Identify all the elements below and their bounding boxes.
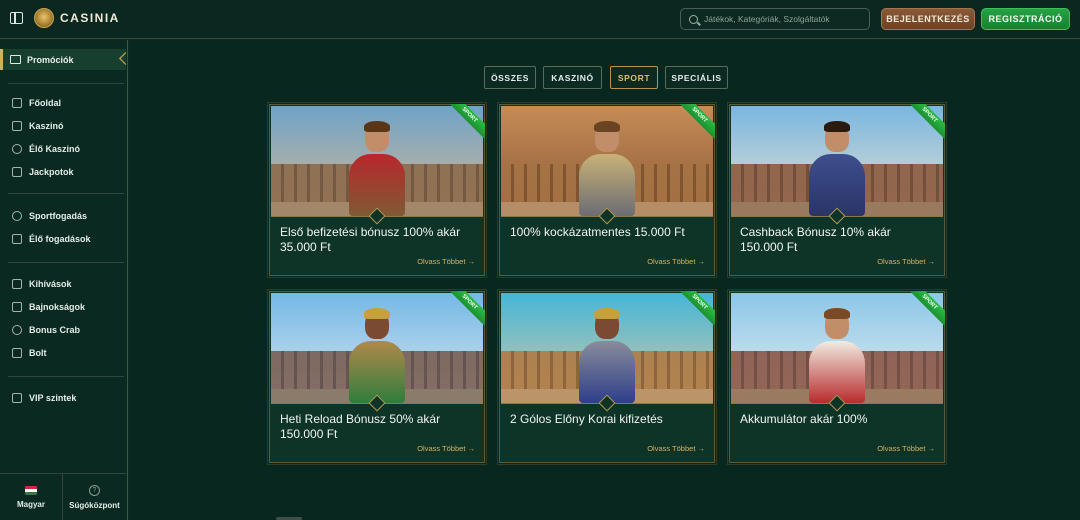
sidebar-item-shop[interactable]: Bolt bbox=[12, 345, 47, 361]
filter-casino[interactable]: KASZINÓ bbox=[543, 66, 602, 89]
promo-title: Akkumulátor akár 100% bbox=[740, 412, 868, 426]
search-icon bbox=[689, 14, 698, 24]
sidebar-item-vip[interactable]: VIP szintek bbox=[12, 390, 76, 406]
sidebar-item-label: Főoldal bbox=[29, 98, 61, 108]
logo-emblem-icon bbox=[34, 8, 54, 28]
promo-title: 100% kockázatmentes 15.000 Ft bbox=[510, 225, 685, 239]
help-icon: ? bbox=[89, 485, 100, 496]
sport-badge: SPORT bbox=[909, 291, 945, 327]
top-header: CASINIA BEJELENTKEZÉS REGISZTRÁCIÓ bbox=[0, 0, 1080, 39]
promo-card[interactable]: SPORT Cashback Bónusz 10% akár 150.000 F… bbox=[727, 102, 947, 278]
jackpot-icon bbox=[12, 167, 22, 177]
promo-title: Első befizetési bónusz 100% akár 35.000 … bbox=[280, 225, 461, 254]
search-box[interactable] bbox=[680, 8, 870, 30]
athlete-figure bbox=[347, 116, 407, 216]
sport-badge: SPORT bbox=[909, 104, 945, 140]
crown-icon bbox=[12, 393, 22, 403]
sidebar-item-label: Bonus Crab bbox=[29, 325, 81, 335]
sidebar-item-casino[interactable]: Kaszinó bbox=[12, 118, 64, 134]
sidebar-item-label: Kaszinó bbox=[29, 121, 64, 131]
read-more-link[interactable]: Olvass Többet → bbox=[417, 444, 475, 453]
search-input[interactable] bbox=[704, 14, 864, 24]
athlete-figure bbox=[347, 303, 407, 403]
sidebar-item-label: Bolt bbox=[29, 348, 47, 358]
sidebar-item-bonus-crab[interactable]: Bonus Crab bbox=[12, 322, 80, 338]
sidebar-divider bbox=[8, 376, 124, 377]
casino-logo[interactable]: CASINIA bbox=[34, 8, 120, 28]
sidebar-item-label: Jackpotok bbox=[29, 167, 74, 177]
live-bets-icon bbox=[12, 234, 22, 244]
athlete-figure bbox=[807, 116, 867, 216]
hungarian-flag-icon bbox=[25, 486, 37, 495]
live-casino-icon bbox=[12, 144, 22, 154]
sidebar-item-home[interactable]: Főoldal bbox=[12, 95, 61, 111]
promo-card[interactable]: SPORT Akkumulátor akár 100% Olvass Többe… bbox=[727, 289, 947, 465]
promotions-main: ÖSSZES KASZINÓ SPORT SPECIÁLIS SPORT Els… bbox=[130, 40, 1080, 520]
promo-card[interactable]: SPORT 2 Gólos Előny Korai kifizetés Olva… bbox=[497, 289, 717, 465]
sidebar-item-label: Élő fogadások bbox=[29, 234, 91, 244]
sidebar-item-live-bets[interactable]: Élő fogadások bbox=[12, 231, 91, 247]
bonus-crab-icon bbox=[12, 325, 22, 335]
read-more-link[interactable]: Olvass Többet → bbox=[647, 444, 705, 453]
login-button[interactable]: BEJELENTKEZÉS bbox=[881, 8, 975, 30]
read-more-link[interactable]: Olvass Többet → bbox=[877, 444, 935, 453]
promo-title: Cashback Bónusz 10% akár 150.000 Ft bbox=[740, 225, 891, 254]
athlete-figure bbox=[577, 303, 637, 403]
sport-badge: SPORT bbox=[449, 291, 485, 327]
promo-title: 2 Gólos Előny Korai kifizetés bbox=[510, 412, 663, 426]
sidebar-item-label: VIP szintek bbox=[29, 393, 77, 403]
language-selector[interactable]: Magyar bbox=[0, 474, 63, 520]
read-more-link[interactable]: Olvass Többet → bbox=[877, 257, 935, 266]
sport-badge: SPORT bbox=[679, 104, 715, 140]
sidebar-toggle-icon[interactable] bbox=[10, 12, 23, 24]
sidebar: Promóciók Főoldal Kaszinó Élő Kaszinó Ja… bbox=[0, 40, 132, 520]
sidebar-divider bbox=[8, 83, 124, 84]
sidebar-item-label: Kihívások bbox=[29, 279, 72, 289]
sidebar-item-challenges[interactable]: Kihívások bbox=[12, 276, 72, 292]
sidebar-item-label: Sportfogadás bbox=[29, 211, 88, 221]
filter-special[interactable]: SPECIÁLIS bbox=[665, 66, 728, 89]
sidebar-item-label: Promóciók bbox=[27, 54, 74, 65]
trophy-icon bbox=[12, 302, 22, 312]
promo-card[interactable]: SPORT Heti Reload Bónusz 50% akár 150.00… bbox=[267, 289, 487, 465]
promotions-icon bbox=[10, 55, 21, 64]
read-more-link[interactable]: Olvass Többet → bbox=[417, 257, 475, 266]
promo-title: Heti Reload Bónusz 50% akár 150.000 Ft bbox=[280, 412, 441, 441]
register-button[interactable]: REGISZTRÁCIÓ bbox=[981, 8, 1070, 30]
sidebar-item-sports-betting[interactable]: Sportfogadás bbox=[12, 208, 87, 224]
help-center-link[interactable]: ? Súgóközpont bbox=[63, 474, 126, 520]
sidebar-divider bbox=[8, 262, 124, 263]
sidebar-item-jackpots[interactable]: Jackpotok bbox=[12, 164, 74, 180]
football-icon bbox=[12, 211, 22, 221]
help-label: Súgóközpont bbox=[69, 501, 120, 510]
sidebar-item-label: Élő Kaszinó bbox=[29, 144, 81, 154]
challenges-icon bbox=[12, 279, 22, 289]
filter-sport[interactable]: SPORT bbox=[610, 66, 658, 89]
sidebar-item-tournaments[interactable]: Bajnokságok bbox=[12, 299, 85, 315]
language-label: Magyar bbox=[16, 500, 45, 509]
home-icon bbox=[12, 98, 22, 108]
sidebar-item-live-casino[interactable]: Élő Kaszinó bbox=[12, 141, 80, 157]
sport-badge: SPORT bbox=[449, 104, 485, 140]
casino-icon bbox=[12, 121, 22, 131]
logo-text: CASINIA bbox=[60, 11, 120, 25]
filter-all[interactable]: ÖSSZES bbox=[484, 66, 536, 89]
sidebar-item-promotions[interactable]: Promóciók bbox=[0, 49, 126, 70]
athlete-figure bbox=[807, 303, 867, 403]
sidebar-item-label: Bajnokságok bbox=[29, 302, 86, 312]
athlete-figure bbox=[577, 116, 637, 216]
promo-card[interactable]: SPORT 100% kockázatmentes 15.000 Ft Olva… bbox=[497, 102, 717, 278]
read-more-link[interactable]: Olvass Többet → bbox=[647, 257, 705, 266]
promo-card[interactable]: SPORT Első befizetési bónusz 100% akár 3… bbox=[267, 102, 487, 278]
sidebar-divider bbox=[8, 193, 124, 194]
sidebar-footer: Magyar ? Súgóközpont bbox=[0, 473, 126, 520]
sport-badge: SPORT bbox=[679, 291, 715, 327]
shop-icon bbox=[12, 348, 22, 358]
